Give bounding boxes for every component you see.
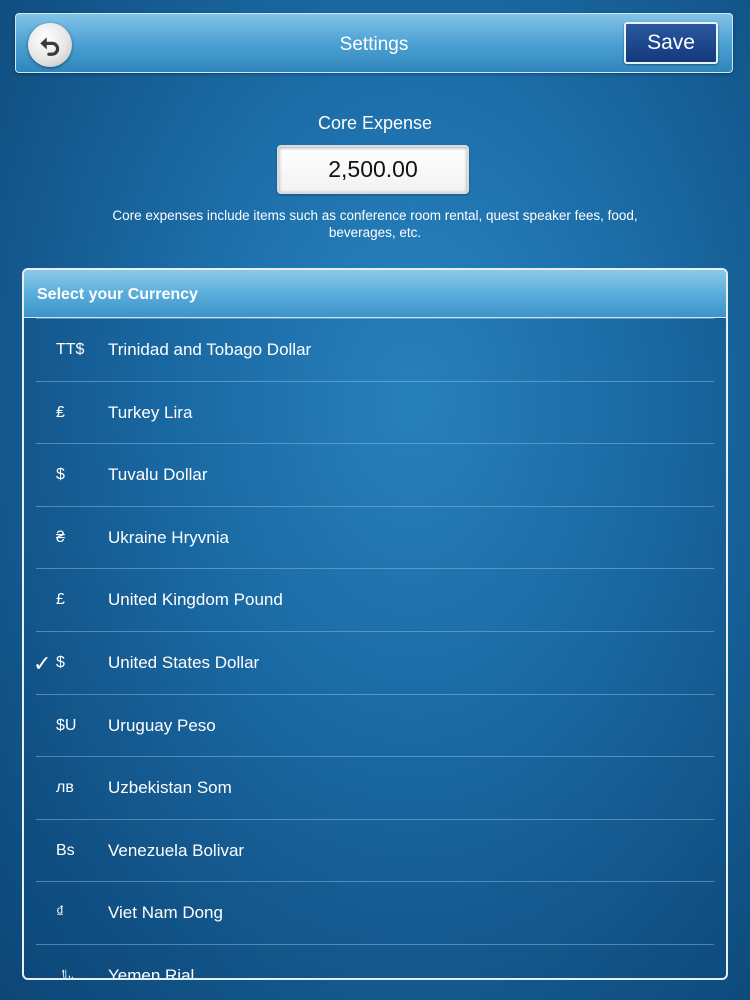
- currency-row[interactable]: ₫ Viet Nam Dong: [36, 881, 714, 944]
- currency-name: Uruguay Peso: [108, 715, 216, 735]
- currency-row[interactable]: лв Uzbekistan Som: [36, 756, 714, 819]
- core-expense-note: Core expenses include items such as conf…: [112, 208, 638, 240]
- currency-name: United Kingdom Pound: [108, 590, 283, 610]
- core-expense-field[interactable]: 2,500.00: [277, 145, 469, 194]
- currency-name: Uzbekistan Som: [108, 778, 232, 798]
- currency-name: Turkey Lira: [108, 402, 193, 422]
- currency-row-selected[interactable]: ✓ $ United States Dollar: [33, 630, 714, 694]
- currency-name: United States Dollar: [108, 652, 260, 672]
- checkmark-icon: [33, 882, 53, 944]
- currency-symbol: ﷼: [56, 966, 74, 980]
- checkmark-icon: ✓: [33, 650, 52, 676]
- currency-name: Yemen Rial: [108, 965, 195, 980]
- currency-symbol: £: [56, 591, 65, 609]
- currency-symbol: лв: [56, 779, 74, 797]
- currency-symbol: ₴: [56, 528, 65, 546]
- checkmark-icon: [33, 695, 53, 757]
- top-bar: Settings Save: [15, 13, 733, 73]
- currency-name: Tuvalu Dollar: [108, 465, 208, 485]
- currency-symbol: $: [56, 466, 65, 484]
- currency-row[interactable]: $ Tuvalu Dollar: [36, 443, 714, 506]
- currency-panel-header: Select your Currency: [24, 270, 726, 318]
- currency-name: Ukraine Hryvnia: [108, 527, 229, 547]
- currency-row[interactable]: ₴ Ukraine Hryvnia: [33, 505, 714, 569]
- save-button[interactable]: Save: [624, 22, 718, 64]
- checkmark-icon: [33, 820, 53, 882]
- checkmark-icon: [33, 945, 53, 978]
- currency-row[interactable]: £ United Kingdom Pound: [36, 568, 714, 631]
- currency-symbol: ₫: [56, 904, 65, 922]
- currency-panel: Select your Currency TT$ Trinidad and To…: [22, 268, 728, 980]
- currency-row[interactable]: ₤ Turkey Lira: [33, 380, 714, 444]
- currency-row[interactable]: TT$ Trinidad and Tobago Dollar: [36, 318, 714, 381]
- currency-name: Venezuela Bolivar: [108, 840, 245, 860]
- currency-name: Viet Nam Dong: [108, 903, 223, 923]
- currency-symbol: $: [56, 653, 65, 671]
- currency-symbol: $U: [56, 716, 77, 734]
- currency-row[interactable]: Bs Venezuela Bolivar: [33, 818, 714, 882]
- checkmark-icon: [33, 569, 53, 631]
- core-expense-label: Core Expense: [317, 113, 433, 133]
- checkmark-icon: [33, 444, 53, 506]
- checkmark-icon: [33, 757, 53, 819]
- currency-symbol: Bs: [56, 841, 75, 859]
- checkmark-icon: [33, 507, 53, 569]
- currency-list[interactable]: TT$ Trinidad and Tobago Dollar ₤ Turkey …: [24, 318, 726, 980]
- currency-row[interactable]: $U Uruguay Peso: [33, 693, 714, 757]
- currency-symbol: ₤: [56, 403, 65, 421]
- checkmark-icon: [33, 382, 53, 444]
- currency-name: Trinidad and Tobago Dollar: [108, 340, 312, 359]
- currency-symbol: TT$: [56, 341, 85, 358]
- currency-row[interactable]: ﷼ Yemen Rial: [33, 943, 714, 980]
- checkmark-icon: [33, 319, 53, 381]
